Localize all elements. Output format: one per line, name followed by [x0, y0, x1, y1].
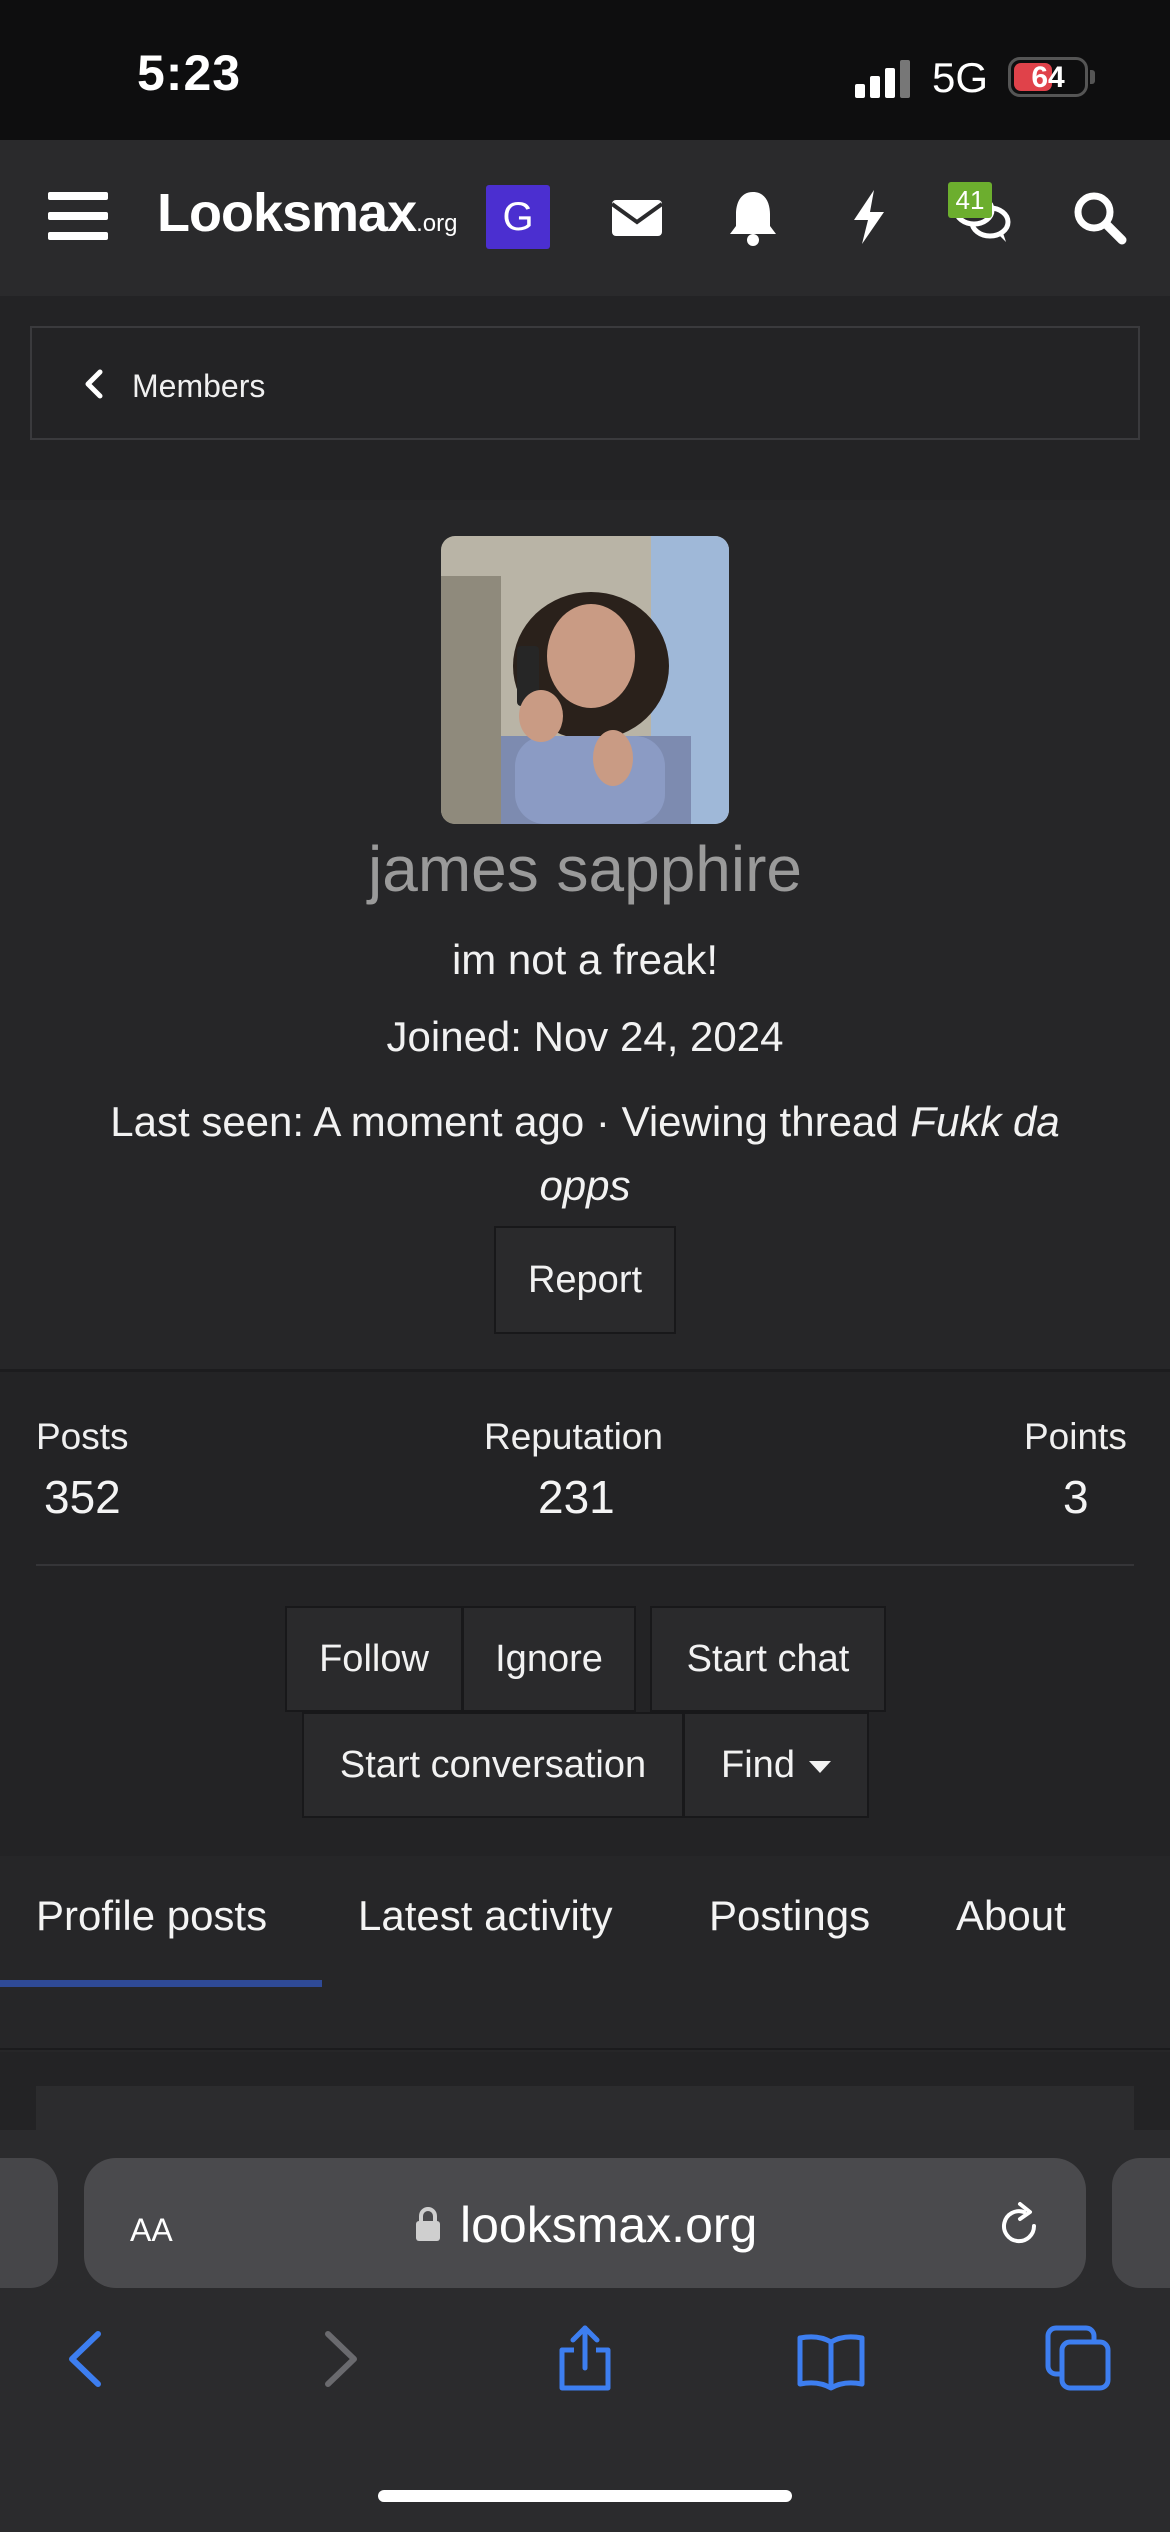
- logo-main: Looksmax: [157, 183, 417, 243]
- site-header: Looksmax.org G: [0, 140, 1170, 296]
- bell-icon[interactable]: [720, 184, 786, 250]
- stats-divider: [36, 1564, 1134, 1566]
- breadcrumb[interactable]: Members: [30, 326, 1140, 440]
- user-title: im not a freak!: [451, 936, 719, 983]
- bookmarks-icon[interactable]: [796, 2324, 866, 2394]
- envelope-icon[interactable]: [604, 184, 670, 250]
- breadcrumb-label: Members: [132, 368, 266, 404]
- text-size-label: AA: [130, 2212, 173, 2248]
- find-label: Find: [721, 1744, 795, 1786]
- menu-icon[interactable]: [48, 192, 108, 242]
- reload-icon[interactable]: [994, 2200, 1044, 2250]
- start-chat-button[interactable]: Start chat: [650, 1606, 886, 1712]
- battery-icon: 64: [1008, 57, 1088, 97]
- g-badge-button[interactable]: G: [486, 185, 550, 249]
- caret-down-icon: [808, 1760, 831, 1773]
- stat-value-points[interactable]: 3: [1063, 1470, 1089, 1524]
- next-tab-preview[interactable]: [1112, 2158, 1170, 2288]
- text-size-button[interactable]: AA: [130, 2198, 173, 2252]
- username: james sapphire: [368, 833, 802, 905]
- status-time: 5:23: [137, 45, 242, 101]
- stat-label-reputation: Reputation: [484, 1416, 663, 1457]
- tabs-icon[interactable]: [1044, 2324, 1114, 2394]
- stat-label-points: Points: [1024, 1416, 1127, 1457]
- ignore-button[interactable]: Ignore: [462, 1606, 636, 1712]
- bolt-icon[interactable]: [836, 184, 902, 250]
- url-text: looksmax.org: [460, 2197, 758, 2253]
- search-icon[interactable]: [1066, 184, 1132, 250]
- logo-suffix: .org: [416, 210, 458, 237]
- lock-icon: [416, 2207, 440, 2241]
- last-seen-text: Last seen: A moment ago · Viewing thread: [110, 1098, 911, 1145]
- stat-value-posts[interactable]: 352: [44, 1470, 121, 1524]
- stat-value-reputation[interactable]: 231: [538, 1470, 615, 1524]
- chevron-left-icon: [85, 369, 103, 399]
- active-tab-indicator: [0, 1980, 322, 1987]
- share-icon[interactable]: [550, 2324, 620, 2394]
- start-conversation-button[interactable]: Start conversation: [302, 1712, 684, 1818]
- signal-icon: [855, 58, 915, 98]
- forward-icon[interactable]: [304, 2324, 374, 2394]
- back-icon[interactable]: [52, 2324, 122, 2394]
- status-bar: 5:23 5G 64: [0, 0, 1170, 140]
- tab-about[interactable]: About: [956, 1892, 1066, 1940]
- site-logo[interactable]: Looksmax.org: [157, 182, 457, 244]
- previous-tab-preview[interactable]: [0, 2158, 58, 2288]
- joined-date: Joined: Nov 24, 2024: [386, 1013, 784, 1060]
- chat-count-badge: 41: [948, 182, 992, 218]
- follow-button[interactable]: Follow: [285, 1606, 463, 1712]
- find-button[interactable]: Find: [683, 1712, 869, 1818]
- section-divider: [0, 1369, 1170, 1372]
- last-seen: Last seen: A moment ago · Viewing thread…: [60, 1090, 1110, 1218]
- address-bar[interactable]: AA looksmax.org: [84, 2158, 1086, 2288]
- network-label: 5G: [932, 54, 989, 101]
- tab-latest-activity[interactable]: Latest activity: [358, 1892, 612, 1940]
- tabs-divider: [0, 2048, 1170, 2050]
- avatar[interactable]: [441, 536, 729, 824]
- tab-postings[interactable]: Postings: [709, 1892, 870, 1940]
- battery-nub: [1090, 70, 1095, 84]
- tab-profile-posts[interactable]: Profile posts: [36, 1892, 267, 1940]
- report-button[interactable]: Report: [494, 1226, 676, 1334]
- profile-tabs: Profile posts Latest activity Postings A…: [0, 1856, 1170, 2052]
- stat-label-posts: Posts: [36, 1416, 129, 1457]
- home-indicator[interactable]: [378, 2490, 792, 2502]
- battery-level: 64: [1031, 61, 1065, 94]
